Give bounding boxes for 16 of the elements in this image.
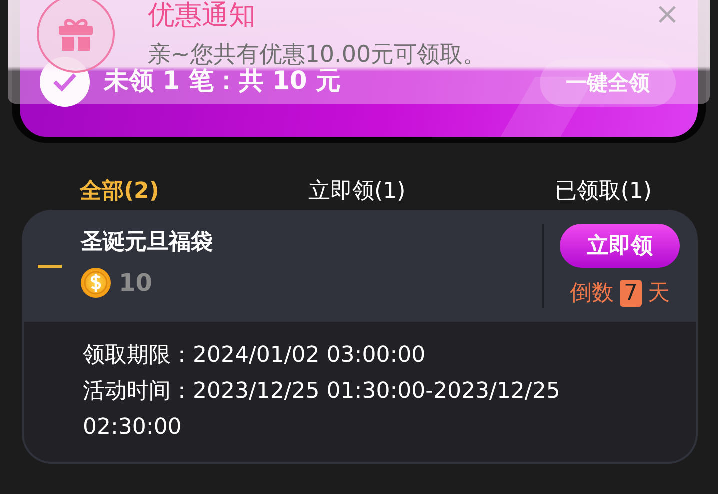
coupon-title: 圣诞元旦福袋 <box>81 229 214 257</box>
notification-title: 优惠通知 <box>148 0 256 32</box>
filter-tab[interactable]: 立即领(1) <box>308 174 406 208</box>
claim-button[interactable]: 立即领 <box>560 224 680 268</box>
countdown-days: 7 <box>620 280 642 306</box>
notification-message: 亲~您共有优惠10.00元可领取。 <box>148 41 486 68</box>
countdown-label: 倒数 <box>570 280 614 308</box>
countdown-unit: 天 <box>648 280 670 308</box>
detail-text: 领取期限：2024/01/02 03:00:00 <box>83 342 427 370</box>
check-circle-icon[interactable] <box>40 57 90 107</box>
coin-icon <box>81 268 111 298</box>
filter-tab[interactable]: 已领取(1) <box>554 174 652 208</box>
detail-text: 活动时间：2023/12/25 01:30:00-2023/12/25 02:30:00 <box>83 378 562 442</box>
coin-amount: 10 <box>119 269 152 297</box>
summary-text: 未领 1 笔：共 10 元 <box>104 66 342 97</box>
filter-tab[interactable]: 全部(2) <box>80 174 160 208</box>
